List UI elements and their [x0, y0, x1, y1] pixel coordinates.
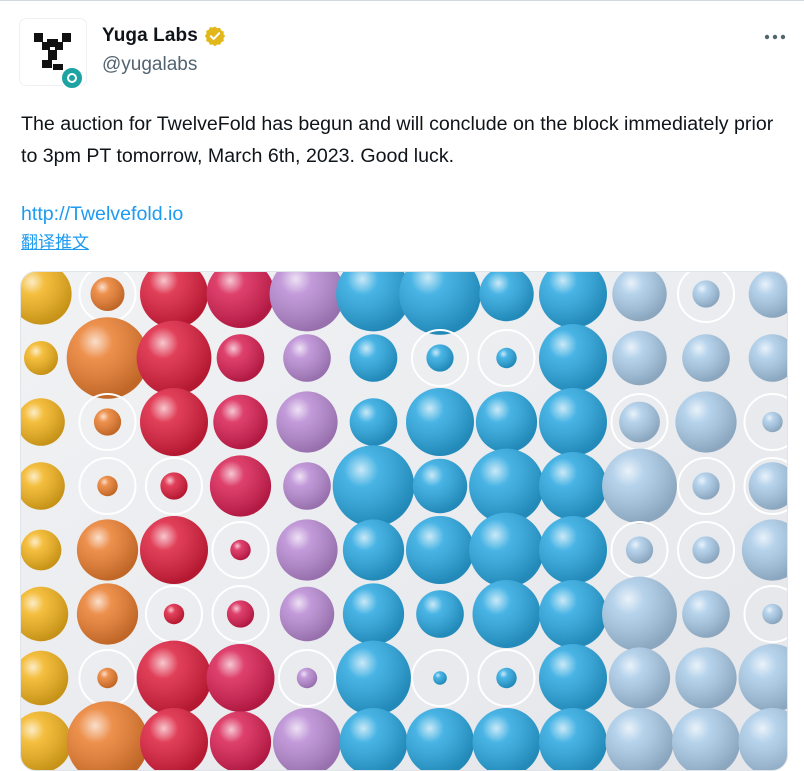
twelvefold-spheres-artwork-icon — [21, 272, 787, 770]
sphere-highlight — [342, 583, 405, 645]
sphere-highlight — [276, 391, 338, 453]
top-divider — [0, 0, 804, 1]
sphere-highlight — [136, 320, 212, 396]
sphere-highlight — [539, 644, 607, 712]
sphere-highlight — [416, 590, 464, 638]
sphere-highlight — [682, 590, 730, 638]
sphere-highlight — [76, 583, 139, 645]
sphere-highlight — [406, 388, 474, 456]
sphere-highlight — [97, 475, 118, 497]
more-options-button[interactable] — [758, 22, 792, 52]
sphere-highlight — [230, 539, 251, 561]
author-avatar[interactable] — [20, 19, 86, 90]
sphere-highlight — [206, 644, 275, 712]
sphere-highlight — [209, 711, 272, 770]
avatar-status-icon — [60, 66, 84, 90]
sphere-highlight — [539, 388, 607, 456]
sphere-highlight — [539, 324, 607, 392]
sphere-highlight — [349, 334, 398, 382]
sphere-highlight — [496, 667, 517, 689]
sphere-highlight — [140, 516, 208, 584]
sphere-highlight — [216, 334, 265, 382]
sphere-highlight — [675, 647, 737, 709]
sphere-highlight — [475, 391, 538, 453]
sphere-highlight — [602, 448, 677, 524]
sphere-highlight — [762, 411, 783, 433]
sphere-highlight — [163, 603, 185, 625]
sphere-highlight — [426, 344, 454, 372]
sphere-highlight — [279, 586, 335, 642]
sphere-highlight — [226, 600, 255, 628]
sphere-highlight — [469, 448, 544, 524]
twelvefold-link[interactable]: http://Twelvefold.io — [21, 200, 183, 228]
sphere-highlight — [140, 388, 208, 456]
sphere-highlight — [90, 277, 125, 311]
sphere-highlight — [66, 317, 149, 399]
sphere-highlight — [342, 519, 405, 581]
sphere-highlight — [608, 647, 671, 709]
sphere-highlight — [612, 330, 667, 386]
sphere-highlight — [539, 580, 607, 648]
sphere-highlight — [296, 667, 318, 689]
sphere-highlight — [136, 640, 212, 716]
sphere-highlight — [160, 472, 188, 500]
sphere-highlight — [97, 667, 118, 689]
sphere-highlight — [692, 472, 720, 500]
sphere-highlight — [76, 519, 139, 581]
sphere-highlight — [283, 462, 331, 510]
author-name-row: Yuga Labs — [102, 25, 226, 47]
sphere-highlight — [349, 398, 398, 446]
sphere-highlight — [602, 576, 677, 652]
sphere-highlight — [412, 458, 468, 514]
author-display-name[interactable]: Yuga Labs — [102, 25, 198, 47]
tweet-media-image[interactable] — [20, 271, 788, 771]
author-handle[interactable]: @yugalabs — [102, 54, 197, 76]
sphere-highlight — [24, 341, 58, 375]
sphere-highlight — [406, 516, 474, 584]
sphere-highlight — [692, 536, 720, 564]
sphere-highlight — [276, 519, 338, 581]
sphere-highlight — [21, 529, 62, 571]
sphere-highlight — [332, 445, 415, 527]
tweet-text: The auction for TwelveFold has begun and… — [21, 113, 774, 167]
more-options-icon — [764, 34, 786, 40]
sphere-highlight — [762, 603, 783, 625]
verified-badge-icon[interactable] — [204, 25, 226, 47]
sphere-highlight — [619, 401, 660, 443]
sphere-highlight — [93, 408, 122, 436]
sphere-highlight — [433, 671, 447, 685]
sphere-highlight — [692, 280, 720, 308]
sphere-highlight — [539, 452, 607, 520]
sphere-highlight — [213, 394, 268, 450]
sphere-highlight — [336, 640, 411, 716]
sphere-highlight — [283, 334, 331, 382]
sphere-highlight — [496, 347, 517, 369]
sphere-highlight — [469, 512, 544, 588]
sphere-highlight — [209, 455, 272, 517]
sphere-highlight — [682, 334, 730, 382]
sphere-highlight — [472, 580, 541, 648]
translate-tweet-link[interactable]: 翻译推文 — [21, 231, 89, 255]
sphere-highlight — [675, 391, 737, 453]
sphere-highlight — [539, 516, 607, 584]
sphere-highlight — [625, 536, 654, 564]
